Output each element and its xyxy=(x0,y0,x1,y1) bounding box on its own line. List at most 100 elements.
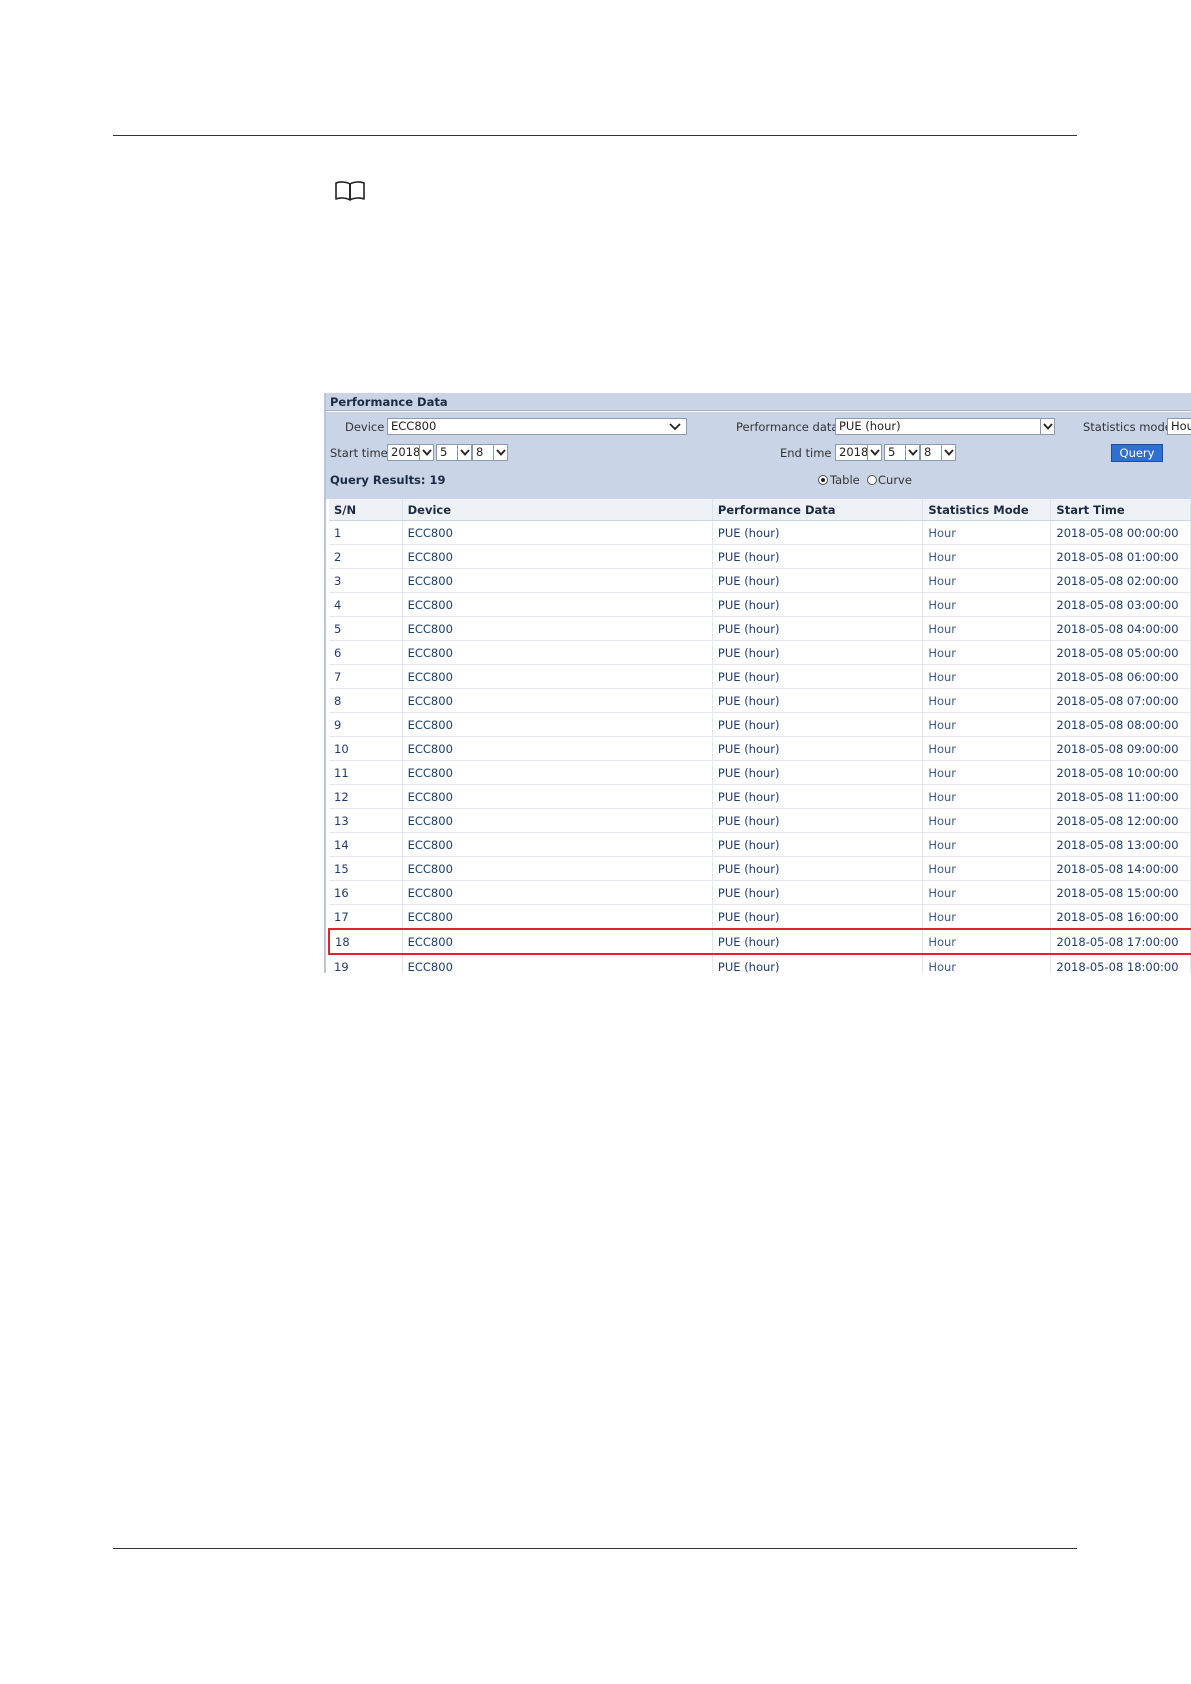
curve-view-label[interactable]: Curve xyxy=(878,473,912,487)
cell-statistics-mode: Hour xyxy=(922,712,1052,737)
cell-sn: 5 xyxy=(329,616,403,641)
cell-sn: 8 xyxy=(329,688,403,713)
cell-statistics-mode: Hour xyxy=(922,904,1052,930)
cell-sn: 14 xyxy=(329,832,403,857)
chevron-down-icon[interactable] xyxy=(669,423,681,431)
start-year-select[interactable]: 2018 xyxy=(387,444,420,461)
cell-device: ECC800 xyxy=(402,544,713,569)
cell-statistics-mode: Hour xyxy=(922,760,1052,785)
statistics-mode-select[interactable]: Hou xyxy=(1167,418,1191,435)
cell-statistics-mode: Hour xyxy=(922,520,1052,545)
end-month-select[interactable]: 5 xyxy=(884,444,906,461)
end-day-select[interactable]: 8 xyxy=(920,444,942,461)
table-row[interactable]: 18 ECC800 PUE (hour) Hour 2018-05-08 17:00:0… xyxy=(327,928,1191,955)
header-device[interactable]: Device xyxy=(402,499,713,521)
table-row[interactable]: 19 ECC800 PUE (hour) Hour 2018-05-08 18:00:0… xyxy=(329,954,1191,973)
cell-sn: 19 xyxy=(329,954,403,973)
performance-data-select[interactable]: PUE (hour) xyxy=(835,418,1043,435)
cell-device: ECC800 xyxy=(402,784,713,809)
table-row[interactable]: 16 ECC800 PUE (hour) Hour 2018-05-08 15:00:0… xyxy=(329,880,1191,905)
cell-performance-data: PUE (hour) xyxy=(712,688,924,713)
cell-performance-data: PUE (hour) xyxy=(712,880,924,905)
cell-device: ECC800 xyxy=(402,880,713,905)
cell-performance-data: PUE (hour) xyxy=(712,664,924,689)
table-row[interactable]: 11 ECC800 PUE (hour) Hour 2018-05-08 10:00:0… xyxy=(329,760,1191,785)
table-view-label[interactable]: Table xyxy=(830,473,860,487)
cell-device: ECC800 xyxy=(402,808,713,833)
start-year-dropdown[interactable] xyxy=(419,444,434,461)
header-performance-data[interactable]: Performance Data xyxy=(712,499,924,521)
panel-title: Performance Data xyxy=(326,393,1191,411)
table-view-radio[interactable] xyxy=(818,475,828,485)
cell-sn: 17 xyxy=(329,904,403,930)
cell-performance-data: PUE (hour) xyxy=(712,760,924,785)
performance-data-dropdown[interactable] xyxy=(1040,418,1055,435)
table-row[interactable]: 12 ECC800 PUE (hour) Hour 2018-05-08 11:00:0… xyxy=(329,784,1191,809)
cell-sn: 13 xyxy=(329,808,403,833)
header-statistics-mode[interactable]: Statistics Mode xyxy=(922,499,1052,521)
header-start-time[interactable]: Start Time xyxy=(1050,499,1191,521)
book-icon xyxy=(335,181,365,201)
cell-device: ECC800 xyxy=(402,712,713,737)
table-row[interactable]: 7 ECC800 PUE (hour) Hour 2018-05-08 06:00:00 xyxy=(329,664,1191,689)
chevron-down-icon xyxy=(460,449,470,456)
cell-start-time: 2018-05-08 16:00:00 xyxy=(1050,904,1191,930)
header-rule xyxy=(113,135,1077,136)
cell-device: ECC800 xyxy=(402,640,713,665)
chevron-down-icon xyxy=(908,449,918,456)
cell-sn: 4 xyxy=(329,592,403,617)
cell-device: ECC800 xyxy=(402,616,713,641)
table-row[interactable]: 8 ECC800 PUE (hour) Hour 2018-05-08 07:00:00 xyxy=(329,688,1191,713)
cell-start-time: 2018-05-08 07:00:00 xyxy=(1050,688,1191,713)
table-row[interactable]: 2 ECC800 PUE (hour) Hour 2018-05-08 01:00:00 xyxy=(329,544,1191,569)
cell-start-time: 2018-05-08 06:00:00 xyxy=(1050,664,1191,689)
cell-statistics-mode: Hour xyxy=(922,616,1052,641)
cell-device: ECC800 xyxy=(402,688,713,713)
cell-start-time: 2018-05-08 11:00:00 xyxy=(1050,784,1191,809)
cell-statistics-mode: Hour xyxy=(922,784,1052,809)
query-button[interactable]: Query xyxy=(1111,444,1163,462)
statistics-mode-label: Statistics mode xyxy=(1083,420,1172,434)
table-row[interactable]: 17 ECC800 PUE (hour) Hour 2018-05-08 16:00:0… xyxy=(329,904,1191,930)
table-row[interactable]: 15 ECC800 PUE (hour) Hour 2018-05-08 14:00:0… xyxy=(329,856,1191,881)
cell-performance-data: PUE (hour) xyxy=(712,928,924,955)
cell-start-time: 2018-05-08 15:00:00 xyxy=(1050,880,1191,905)
end-day-dropdown[interactable] xyxy=(941,444,956,461)
cell-sn: 10 xyxy=(329,736,403,761)
end-year-select[interactable]: 2018 xyxy=(835,444,868,461)
table-row[interactable]: 3 ECC800 PUE (hour) Hour 2018-05-08 02:00:00 xyxy=(329,568,1191,593)
chevron-down-icon xyxy=(496,449,506,456)
curve-view-radio[interactable] xyxy=(867,475,877,485)
table-row[interactable]: 4 ECC800 PUE (hour) Hour 2018-05-08 03:00:00 xyxy=(329,592,1191,617)
table-row[interactable]: 10 ECC800 PUE (hour) Hour 2018-05-08 09:00:0… xyxy=(329,736,1191,761)
table-row[interactable]: 13 ECC800 PUE (hour) Hour 2018-05-08 12:00:0… xyxy=(329,808,1191,833)
cell-performance-data: PUE (hour) xyxy=(712,520,924,545)
table-row[interactable]: 1 ECC800 PUE (hour) Hour 2018-05-08 00:00:00 xyxy=(329,520,1191,545)
end-year-dropdown[interactable] xyxy=(867,444,882,461)
cell-device: ECC800 xyxy=(402,592,713,617)
end-month-dropdown[interactable] xyxy=(905,444,920,461)
table-row[interactable]: 5 ECC800 PUE (hour) Hour 2018-05-08 04:00:00 xyxy=(329,616,1191,641)
performance-data-label: Performance data xyxy=(736,420,839,434)
table-row[interactable]: 9 ECC800 PUE (hour) Hour 2018-05-08 08:00:00 xyxy=(329,712,1191,737)
cell-start-time: 2018-05-08 03:00:00 xyxy=(1050,592,1191,617)
table-row[interactable]: 6 ECC800 PUE (hour) Hour 2018-05-08 05:00:00 xyxy=(329,640,1191,665)
start-month-select[interactable]: 5 xyxy=(436,444,458,461)
start-month-dropdown[interactable] xyxy=(457,444,472,461)
start-day-dropdown[interactable] xyxy=(493,444,508,461)
cell-statistics-mode: Hour xyxy=(922,568,1052,593)
cell-sn: 6 xyxy=(329,640,403,665)
cell-statistics-mode: Hour xyxy=(922,736,1052,761)
cell-performance-data: PUE (hour) xyxy=(712,568,924,593)
cell-statistics-mode: Hour xyxy=(922,688,1052,713)
device-select[interactable]: ECC800 xyxy=(387,418,687,435)
table-row[interactable]: 14 ECC800 PUE (hour) Hour 2018-05-08 13:00:0… xyxy=(329,832,1191,857)
header-sn[interactable]: S/N xyxy=(329,499,403,521)
start-time-label: Start time xyxy=(330,446,388,460)
cell-sn: 11 xyxy=(329,760,403,785)
chevron-down-icon xyxy=(870,449,880,456)
start-day-select[interactable]: 8 xyxy=(472,444,494,461)
results-table: S/N Device Performance Data Statistics M… xyxy=(327,499,1191,973)
cell-statistics-mode: Hour xyxy=(922,954,1052,973)
cell-start-time: 2018-05-08 09:00:00 xyxy=(1050,736,1191,761)
